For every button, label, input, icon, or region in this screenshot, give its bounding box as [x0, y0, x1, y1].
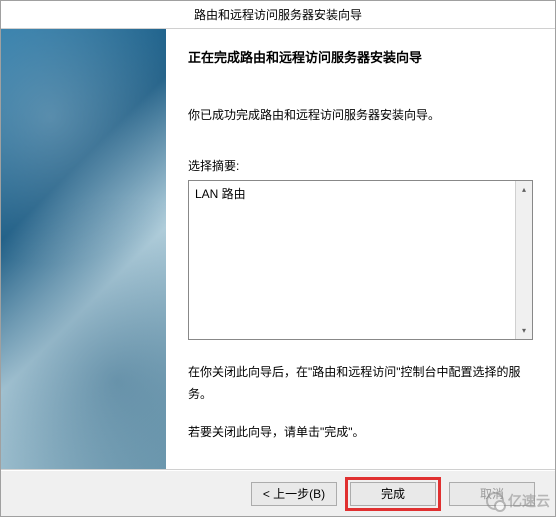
finish-button[interactable]: 完成	[350, 482, 436, 506]
finish-hint: 若要关闭此向导，请单击"完成"。	[188, 423, 533, 440]
summary-text: LAN 路由	[189, 181, 515, 339]
post-close-text: 在你关闭此向导后，在"路由和远程访问"控制台中配置选择的服务。	[188, 362, 533, 405]
summary-label: 选择摘要:	[188, 157, 533, 174]
cancel-button: 取消	[449, 482, 535, 506]
cancel-button-label: 取消	[480, 485, 504, 502]
summary-scrollbar[interactable]: ▴ ▾	[515, 181, 532, 339]
scroll-down-icon[interactable]: ▾	[516, 322, 532, 339]
wizard-side-image	[1, 29, 166, 469]
wizard-content: 正在完成路由和远程访问服务器安装向导 你已成功完成路由和远程访问服务器安装向导。…	[166, 29, 555, 469]
scroll-up-icon[interactable]: ▴	[516, 181, 532, 198]
wizard-window: 路由和远程访问服务器安装向导 正在完成路由和远程访问服务器安装向导 你已成功完成…	[0, 0, 556, 517]
finish-button-highlight: 完成	[345, 477, 441, 511]
button-bar: < 上一步(B) 完成 取消	[1, 470, 555, 516]
back-button[interactable]: < 上一步(B)	[251, 482, 337, 506]
wizard-body: 正在完成路由和远程访问服务器安装向导 你已成功完成路由和远程访问服务器安装向导。…	[1, 29, 555, 470]
success-message: 你已成功完成路由和远程访问服务器安装向导。	[188, 106, 533, 123]
page-heading: 正在完成路由和远程访问服务器安装向导	[188, 47, 533, 66]
titlebar: 路由和远程访问服务器安装向导	[1, 1, 555, 29]
summary-box: LAN 路由 ▴ ▾	[188, 180, 533, 340]
back-button-label: < 上一步(B)	[263, 485, 325, 502]
window-title: 路由和远程访问服务器安装向导	[194, 6, 362, 23]
finish-button-label: 完成	[381, 485, 405, 502]
